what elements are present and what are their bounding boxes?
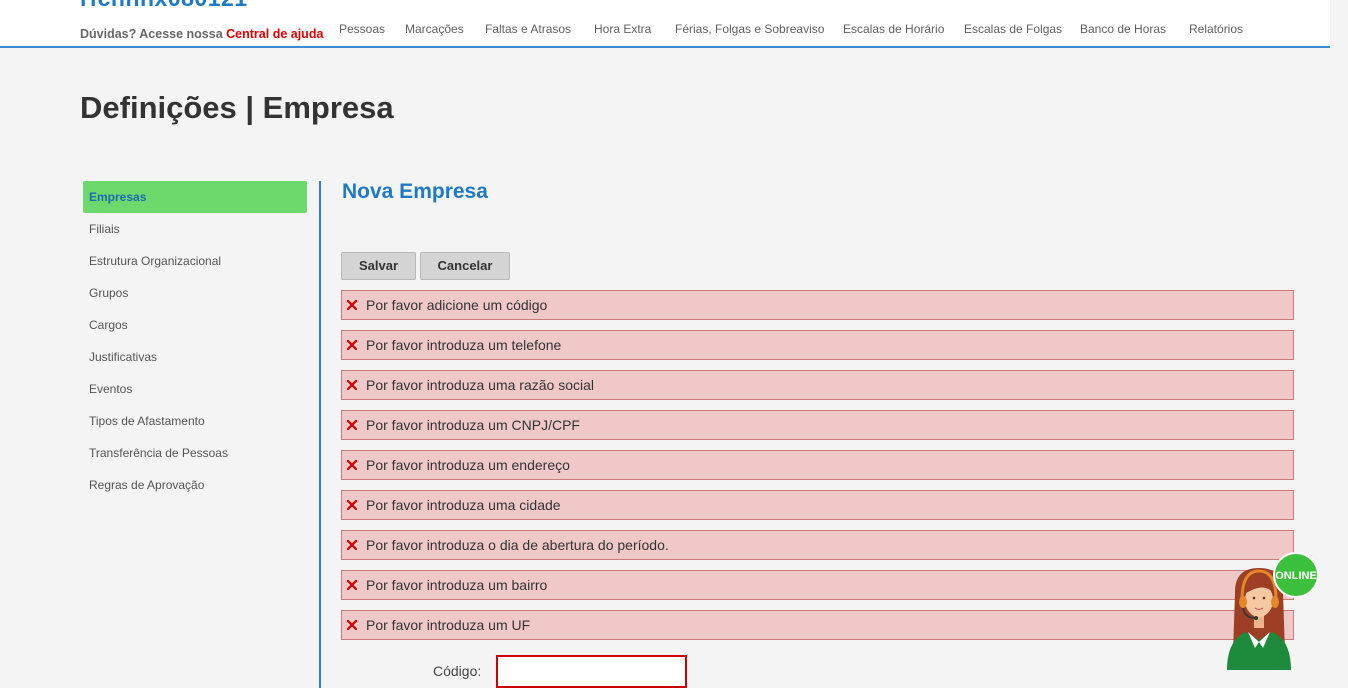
validation-errors: Por favor adicione um código Por favor i… bbox=[341, 290, 1294, 650]
sidebar-item-empresas[interactable]: Empresas bbox=[83, 181, 307, 213]
account-name: rfchnnx080121 bbox=[80, 0, 248, 12]
error-message: Por favor introduza um bairro bbox=[341, 570, 1294, 600]
error-message: Por favor adicione um código bbox=[341, 290, 1294, 320]
save-button[interactable]: Salvar bbox=[341, 252, 416, 280]
error-text: Por favor introduza o dia de abertura do… bbox=[366, 537, 669, 553]
nav-banco-horas[interactable]: Banco de Horas bbox=[1080, 22, 1166, 36]
close-x-icon bbox=[347, 300, 357, 310]
error-message: Por favor introduza uma cidade bbox=[341, 490, 1294, 520]
sidebar-item-eventos[interactable]: Eventos bbox=[83, 373, 307, 405]
codigo-input[interactable] bbox=[496, 655, 687, 688]
sidebar-item-cargos[interactable]: Cargos bbox=[83, 309, 307, 341]
sidebar-item-transferencia-pessoas[interactable]: Transferência de Pessoas bbox=[83, 437, 307, 469]
nav-escalas-folgas[interactable]: Escalas de Folgas bbox=[964, 22, 1062, 36]
close-x-icon bbox=[347, 620, 357, 630]
cancel-button[interactable]: Cancelar bbox=[420, 252, 510, 280]
sidebar-item-regras-aprovacao[interactable]: Regras de Aprovação bbox=[83, 469, 307, 501]
error-text: Por favor introduza um endereço bbox=[366, 457, 570, 473]
close-x-icon bbox=[347, 580, 357, 590]
content-divider bbox=[319, 181, 321, 688]
error-message: Por favor introduza um CNPJ/CPF bbox=[341, 410, 1294, 440]
error-message: Por favor introduza um telefone bbox=[341, 330, 1294, 360]
close-x-icon bbox=[347, 340, 357, 350]
error-text: Por favor introduza uma razão social bbox=[366, 377, 594, 393]
sidebar-item-tipos-afastamento[interactable]: Tipos de Afastamento bbox=[83, 405, 307, 437]
nav-ferias-folgas[interactable]: Férias, Folgas e Sobreaviso bbox=[675, 22, 824, 36]
error-text: Por favor introduza um CNPJ/CPF bbox=[366, 417, 580, 433]
close-x-icon bbox=[347, 380, 357, 390]
close-x-icon bbox=[347, 540, 357, 550]
nav-escalas-horario[interactable]: Escalas de Horário bbox=[843, 22, 944, 36]
sidebar-item-estrutura-organizacional[interactable]: Estrutura Organizacional bbox=[83, 245, 307, 277]
help-prefix: Dúvidas? Acesse nossa bbox=[80, 27, 223, 41]
sidebar-item-grupos[interactable]: Grupos bbox=[83, 277, 307, 309]
online-badge: ONLINE bbox=[1273, 552, 1319, 598]
online-badge-text: ONLINE bbox=[1275, 570, 1317, 582]
codigo-label: Código: bbox=[433, 663, 482, 679]
sidebar-item-justificativas[interactable]: Justificativas bbox=[83, 341, 307, 373]
error-text: Por favor introduza um telefone bbox=[366, 337, 562, 353]
page-title: Definições | Empresa bbox=[80, 90, 394, 125]
nav-relatorios[interactable]: Relatórios bbox=[1189, 22, 1243, 36]
form-title: Nova Empresa bbox=[342, 180, 488, 203]
sidebar: Empresas Filiais Estrutura Organizaciona… bbox=[83, 181, 307, 501]
support-agent-avatar-icon: ONLINE bbox=[1227, 552, 1319, 670]
nav-pessoas[interactable]: Pessoas bbox=[339, 22, 385, 36]
error-message: Por favor introduza um UF bbox=[341, 610, 1294, 640]
help-center-link[interactable]: Central de ajuda bbox=[226, 27, 323, 41]
error-message: Por favor introduza uma razão social bbox=[341, 370, 1294, 400]
nav-faltas-atrasos[interactable]: Faltas e Atrasos bbox=[485, 22, 571, 36]
nav-marcacoes[interactable]: Marcações bbox=[405, 22, 464, 36]
error-text: Por favor introduza uma cidade bbox=[366, 497, 561, 513]
error-message: Por favor introduza o dia de abertura do… bbox=[341, 530, 1294, 560]
close-x-icon bbox=[347, 500, 357, 510]
close-x-icon bbox=[347, 460, 357, 470]
online-chat-widget[interactable]: ONLINE bbox=[1222, 550, 1322, 670]
error-message: Por favor introduza um endereço bbox=[341, 450, 1294, 480]
close-x-icon bbox=[347, 420, 357, 430]
error-text: Por favor introduza um UF bbox=[366, 617, 531, 633]
top-header: rfchnnx080121 Dúvidas? Acesse nossa Cent… bbox=[0, 0, 1330, 48]
error-text: Por favor introduza um bairro bbox=[366, 577, 548, 593]
error-text: Por favor adicione um código bbox=[366, 297, 548, 313]
sidebar-item-filiais[interactable]: Filiais bbox=[83, 213, 307, 245]
help-line: Dúvidas? Acesse nossa Central de ajuda bbox=[80, 27, 323, 41]
nav-hora-extra[interactable]: Hora Extra bbox=[594, 22, 651, 36]
